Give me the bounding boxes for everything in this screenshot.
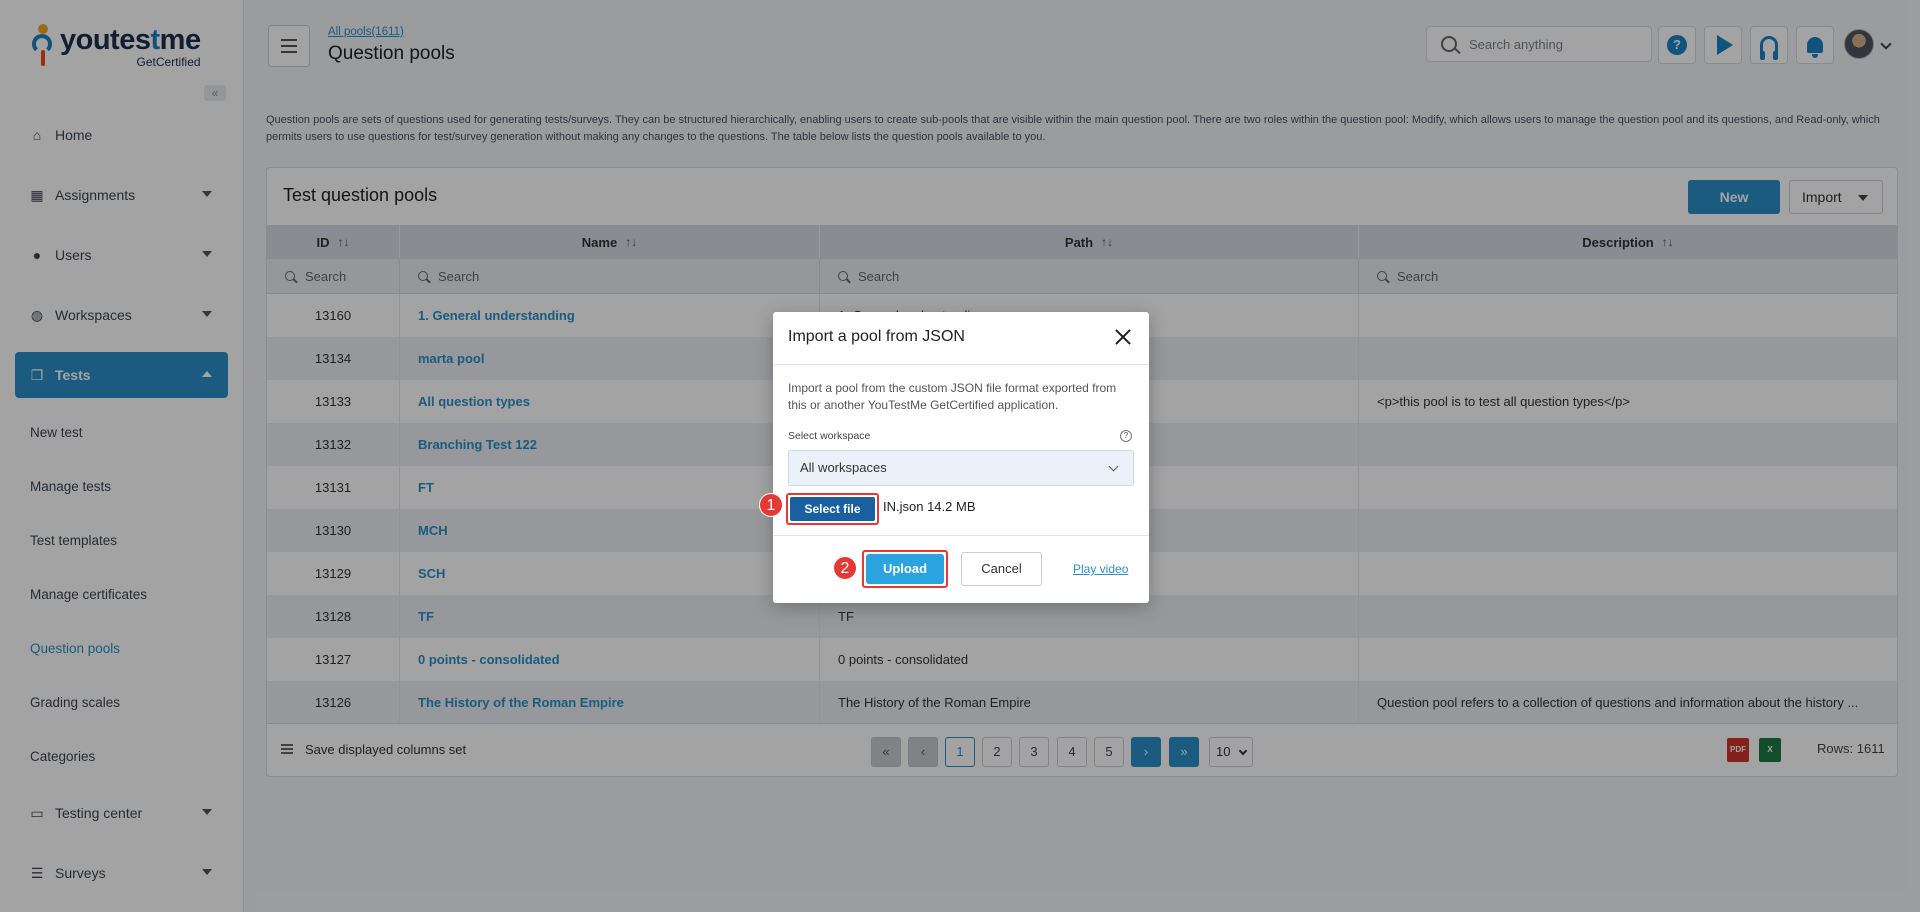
upload-button[interactable]: Upload [866,554,944,584]
close-icon[interactable] [1112,326,1134,348]
dialog-title: Import a pool from JSON [788,328,965,345]
select-file-button[interactable]: Select file [790,497,875,521]
play-video-link[interactable]: Play video [1073,562,1128,576]
workspace-select[interactable]: All workspaces [788,450,1134,486]
workspace-label: Select workspace [788,430,871,442]
cancel-button[interactable]: Cancel [961,552,1042,586]
workspace-value: All workspaces [800,460,887,475]
step-badge-2: 2 [833,556,857,580]
import-json-dialog: Import a pool from JSON Import a pool fr… [759,312,1149,603]
dialog-description: Import a pool from the custom JSON file … [788,381,1117,412]
chevron-down-icon [1108,461,1119,472]
divider [773,364,1149,365]
step-badge-1: 1 [759,493,783,517]
help-icon[interactable]: ? [1120,430,1132,442]
selected-file-name: IN.json 14.2 MB [883,499,976,514]
divider [773,535,1149,536]
